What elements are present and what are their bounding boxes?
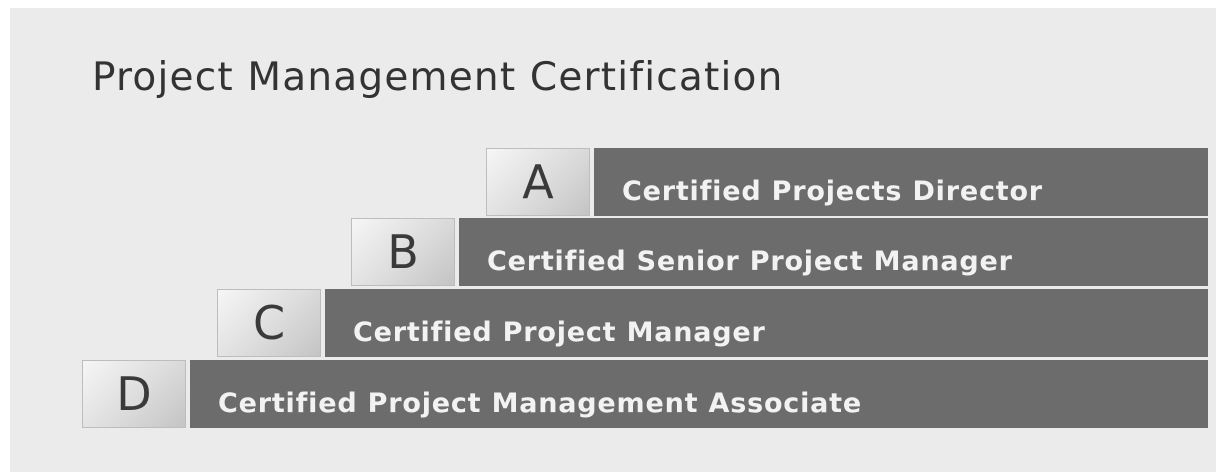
level-label-bar: Certified Projects Director <box>594 148 1208 216</box>
certification-level-c: C Certified Project Manager <box>217 289 1208 357</box>
level-letter-badge: C <box>217 289 321 357</box>
level-label-bar: Certified Project Manager <box>325 289 1208 357</box>
certification-level-d: D Certified Project Management Associate <box>82 360 1208 428</box>
diagram-panel: Project Management Certification A Certi… <box>10 8 1216 472</box>
level-letter-badge: A <box>486 148 590 216</box>
level-label-bar: Certified Senior Project Manager <box>459 218 1208 286</box>
level-letter-badge: D <box>82 360 186 428</box>
level-label-bar: Certified Project Management Associate <box>190 360 1208 428</box>
certification-level-a: A Certified Projects Director <box>486 148 1208 216</box>
diagram-title: Project Management Certification <box>92 55 784 100</box>
certification-level-b: B Certified Senior Project Manager <box>351 218 1208 286</box>
level-letter-badge: B <box>351 218 455 286</box>
